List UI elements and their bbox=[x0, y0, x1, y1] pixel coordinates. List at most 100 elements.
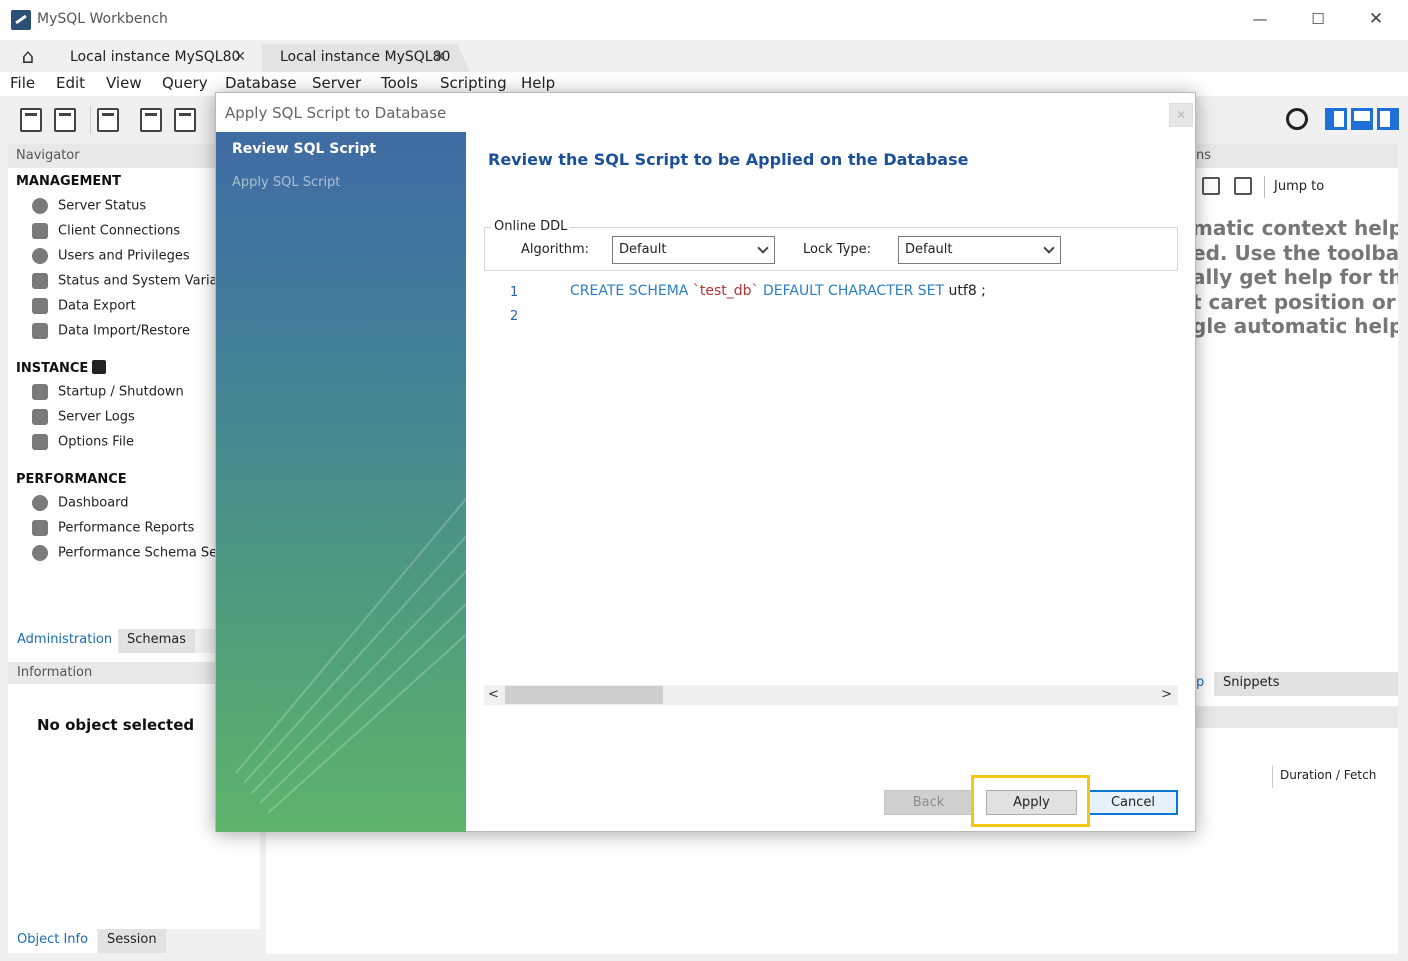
online-ddl-group: Online DDL Algorithm: Default Lock Type:… bbox=[484, 219, 1178, 271]
horizontal-scrollbar[interactable]: < > bbox=[484, 685, 1178, 705]
lock-type-label: Lock Type: bbox=[803, 242, 872, 257]
tab-session[interactable]: Session bbox=[98, 929, 166, 953]
nav-server-status[interactable]: Server Status bbox=[32, 198, 146, 220]
lock-type-value: Default bbox=[905, 242, 953, 257]
new-sql-tab-icon[interactable] bbox=[20, 108, 42, 132]
maximize-button[interactable]: ☐ bbox=[1298, 8, 1338, 32]
toggle-secondary-sidebar-icon[interactable] bbox=[1377, 108, 1399, 130]
wizard-step-apply: Apply SQL Script bbox=[232, 175, 341, 190]
algorithm-label: Algorithm: bbox=[521, 242, 590, 257]
toggle-output-icon[interactable] bbox=[1351, 108, 1373, 130]
nav-data-import[interactable]: Data Import/Restore bbox=[32, 323, 190, 345]
tab-context-help[interactable]: p bbox=[1196, 672, 1214, 696]
menu-view[interactable]: View bbox=[106, 74, 142, 92]
export-icon bbox=[32, 298, 48, 314]
menu-scripting[interactable]: Scripting bbox=[440, 74, 507, 92]
nav-server-logs[interactable]: Server Logs bbox=[32, 409, 135, 431]
open-sql-script-icon[interactable] bbox=[54, 108, 76, 132]
menu-query[interactable]: Query bbox=[162, 74, 208, 92]
nav-options-file[interactable]: Options File bbox=[32, 434, 134, 456]
reports-icon bbox=[32, 520, 48, 536]
cancel-button[interactable]: Cancel bbox=[1088, 790, 1178, 815]
settings-icon[interactable] bbox=[1286, 108, 1308, 130]
context-help-header: ns bbox=[1196, 144, 1398, 168]
minimize-button[interactable]: — bbox=[1240, 8, 1280, 32]
context-help-toolbar: Jump to bbox=[1196, 174, 1398, 200]
title-bar: MySQL Workbench — ☐ ✕ bbox=[0, 0, 1408, 40]
lock-type-select[interactable]: Default bbox=[898, 236, 1061, 264]
online-ddl-legend: Online DDL bbox=[491, 219, 571, 234]
sql-text: utf8 ; bbox=[948, 283, 986, 299]
create-schema-icon[interactable] bbox=[140, 108, 162, 132]
sql-keyword: DEFAULT CHARACTER SET bbox=[762, 283, 945, 299]
wizard-step-review: Review SQL Script bbox=[232, 141, 377, 157]
close-window-button[interactable]: ✕ bbox=[1356, 8, 1396, 32]
decorative-swoosh bbox=[243, 470, 466, 784]
menu-server[interactable]: Server bbox=[312, 74, 361, 92]
manual-help-icon[interactable] bbox=[1202, 177, 1220, 195]
connection-tab[interactable]: Local instance MySQL80 ✕ bbox=[52, 44, 260, 72]
dialog-close-button[interactable]: ✕ bbox=[1169, 103, 1193, 127]
inspector-icon[interactable] bbox=[97, 108, 119, 132]
performance-section-title: PERFORMANCE bbox=[16, 472, 127, 487]
menu-edit[interactable]: Edit bbox=[56, 74, 85, 92]
close-tab-icon[interactable]: ✕ bbox=[434, 44, 446, 70]
schema-setup-icon bbox=[32, 545, 48, 561]
wizard-steps-sidebar: Review SQL Script Apply SQL Script bbox=[216, 132, 466, 832]
menu-tools[interactable]: Tools bbox=[381, 74, 418, 92]
nav-performance-schema-setup[interactable]: Performance Schema Setup bbox=[32, 545, 239, 567]
menu-database[interactable]: Database bbox=[225, 74, 297, 92]
nav-dashboard[interactable]: Dashboard bbox=[32, 495, 129, 517]
nav-users-privileges[interactable]: Users and Privileges bbox=[32, 248, 190, 270]
nav-performance-reports[interactable]: Performance Reports bbox=[32, 520, 194, 542]
connection-tab-label: Local instance MySQL80 bbox=[70, 49, 241, 65]
nav-status-variables[interactable]: Status and System Variables bbox=[32, 273, 244, 295]
tab-schemas[interactable]: Schemas bbox=[118, 629, 196, 653]
decorative-swoosh bbox=[259, 510, 466, 804]
scrollbar-thumb[interactable] bbox=[505, 686, 663, 704]
connection-tab-active[interactable]: Local instance MySQL80 ✕ bbox=[262, 44, 470, 72]
duration-fetch-column-header[interactable]: Duration / Fetch bbox=[1272, 766, 1398, 788]
line-number: 2 bbox=[510, 309, 519, 324]
dialog-title-bar: Apply SQL Script to Database ✕ bbox=[216, 93, 1195, 132]
import-icon bbox=[32, 323, 48, 339]
connection-tab-bar: ⌂ Local instance MySQL80 ✕ Local instanc… bbox=[0, 40, 1408, 72]
connection-tab-label: Local instance MySQL80 bbox=[280, 49, 451, 65]
jump-to-dropdown[interactable]: Jump to bbox=[1274, 179, 1324, 194]
toolbar-separator bbox=[1264, 176, 1265, 198]
menu-file[interactable]: File bbox=[10, 74, 35, 92]
instance-status-icon bbox=[92, 360, 107, 374]
algorithm-value: Default bbox=[619, 242, 667, 257]
monitor-icon bbox=[32, 273, 48, 289]
mysql-workbench-logo-icon bbox=[11, 10, 31, 30]
toggle-sidebar-icon[interactable] bbox=[1325, 108, 1347, 130]
auto-help-icon[interactable] bbox=[1234, 177, 1252, 195]
tab-snippets[interactable]: Snippets bbox=[1214, 672, 1398, 696]
tab-object-info[interactable]: Object Info bbox=[8, 929, 98, 953]
chevron-down-icon bbox=[757, 242, 769, 254]
line-number: 1 bbox=[510, 285, 519, 300]
decorative-swoosh bbox=[235, 450, 466, 774]
nav-client-connections[interactable]: Client Connections bbox=[32, 223, 180, 245]
scroll-left-icon[interactable]: < bbox=[488, 687, 499, 702]
scroll-right-icon[interactable]: > bbox=[1161, 687, 1172, 702]
close-tab-icon[interactable]: ✕ bbox=[234, 44, 246, 70]
toolbar-separator bbox=[90, 106, 91, 134]
right-panel-tabs: p Snippets bbox=[1196, 672, 1398, 696]
dialog-title: Apply SQL Script to Database bbox=[225, 104, 447, 122]
tab-administration[interactable]: Administration bbox=[8, 629, 122, 653]
server-status-icon bbox=[32, 198, 48, 214]
sql-keyword: CREATE SCHEMA bbox=[570, 283, 689, 299]
context-help-panel: ns Jump to matic context help is ed. Use… bbox=[1196, 144, 1398, 670]
nav-startup-shutdown[interactable]: Startup / Shutdown bbox=[32, 384, 184, 406]
create-table-icon[interactable] bbox=[174, 108, 196, 132]
home-icon[interactable]: ⌂ bbox=[6, 42, 50, 72]
output-header bbox=[1196, 706, 1398, 728]
menu-help[interactable]: Help bbox=[521, 74, 555, 92]
back-button[interactable]: Back bbox=[884, 790, 973, 815]
apply-sql-script-dialog: Apply SQL Script to Database ✕ Review SQ… bbox=[215, 92, 1196, 832]
algorithm-select[interactable]: Default bbox=[612, 236, 775, 264]
sql-identifier: `test_db` bbox=[692, 283, 759, 299]
nav-data-export[interactable]: Data Export bbox=[32, 298, 136, 320]
sql-script-editor[interactable]: 1 2 CREATE SCHEMA `test_db` DEFAULT CHAR… bbox=[484, 279, 1178, 683]
